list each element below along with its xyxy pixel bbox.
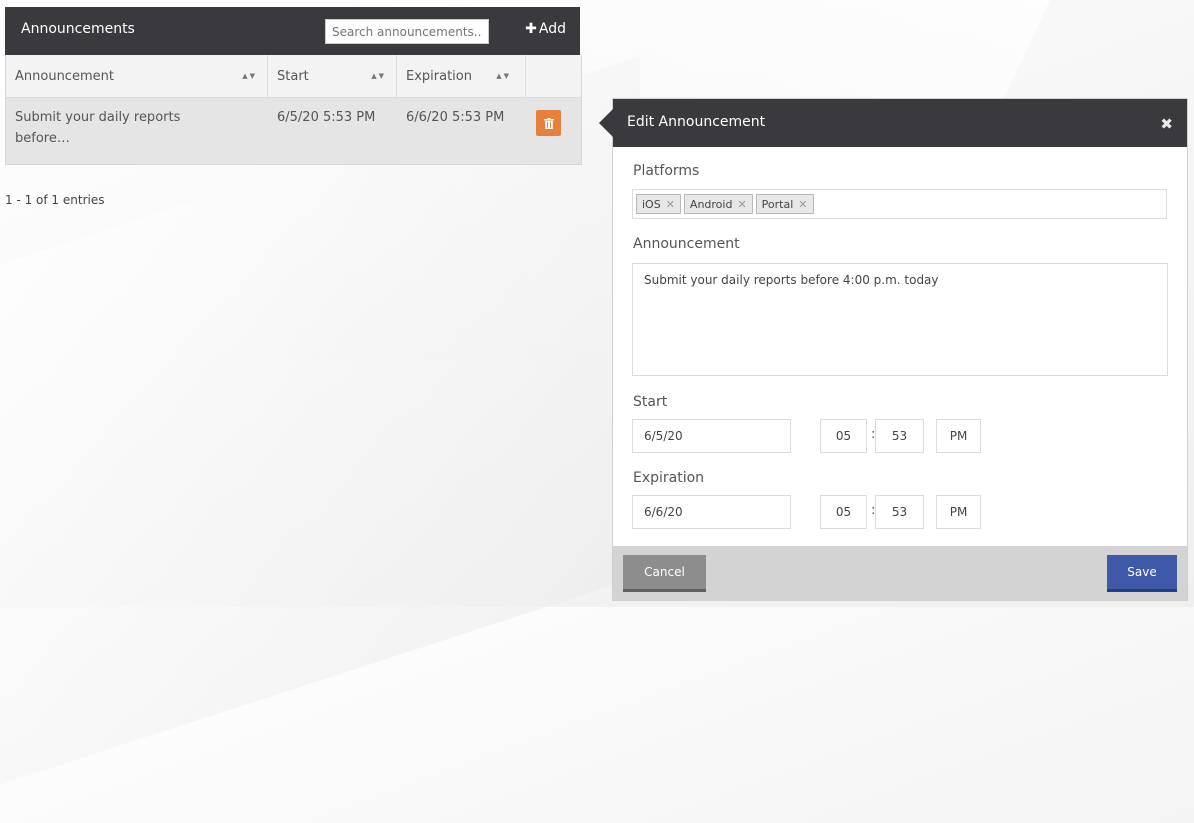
list-header: Announcements ✚Add xyxy=(5,7,580,55)
expiration-date-input[interactable] xyxy=(632,495,791,529)
column-header-start[interactable]: Start ▲▼ xyxy=(268,55,397,97)
list-title: Announcements xyxy=(21,21,135,37)
table-row[interactable]: Submit your daily reports before… 6/5/20… xyxy=(6,98,581,164)
save-button[interactable]: Save xyxy=(1107,555,1177,592)
sort-icon[interactable]: ▲▼ xyxy=(496,72,511,80)
edit-announcement-panel: Edit Announcement ✖ Platforms iOS ✕ Andro… xyxy=(599,98,1188,601)
sort-icon[interactable]: ▲▼ xyxy=(242,72,257,80)
announcements-table: Announcement ▲▼ Start ▲▼ Expiration ▲▼ S… xyxy=(5,55,582,165)
expiration-hour-input[interactable] xyxy=(820,495,867,529)
announcements-list-panel: Announcements ✚Add Announcement ▲▼ Start… xyxy=(5,7,582,165)
entries-count: 1 - 1 of 1 entries xyxy=(5,193,105,207)
delete-button[interactable] xyxy=(536,110,561,136)
remove-tag-icon[interactable]: ✕ xyxy=(666,198,675,211)
plus-icon: ✚ xyxy=(525,21,537,37)
start-hour-input[interactable] xyxy=(820,419,867,453)
trash-icon xyxy=(543,117,554,129)
sort-icon[interactable]: ▲▼ xyxy=(371,72,386,80)
add-button[interactable]: ✚ Add xyxy=(525,21,566,37)
expiration-ampm-input[interactable] xyxy=(936,495,981,529)
platforms-field[interactable]: iOS ✕ Android ✕ Portal ✕ xyxy=(632,189,1167,219)
remove-tag-icon[interactable]: ✕ xyxy=(798,198,807,211)
expiration-minute-input[interactable] xyxy=(875,495,924,529)
platform-tag-ios: iOS ✕ xyxy=(636,194,681,214)
expiration-cell: 6/6/20 5:53 PM xyxy=(406,110,505,125)
start-cell: 6/5/20 5:53 PM xyxy=(277,110,376,125)
expiration-label: Expiration xyxy=(633,470,705,486)
add-button-label: Add xyxy=(538,21,566,37)
column-header-announcement[interactable]: Announcement ▲▼ xyxy=(6,55,268,97)
close-icon[interactable]: ✖ xyxy=(1160,115,1173,133)
cancel-button[interactable]: Cancel xyxy=(623,555,706,592)
platform-tag-android: Android ✕ xyxy=(683,194,753,214)
column-header-expiration[interactable]: Expiration ▲▼ xyxy=(397,55,526,97)
announcement-label: Announcement xyxy=(633,236,740,252)
edit-title: Edit Announcement xyxy=(627,114,766,130)
platforms-label: Platforms xyxy=(633,163,700,179)
actions-cell xyxy=(526,98,581,164)
start-date-input[interactable] xyxy=(632,419,791,453)
start-label: Start xyxy=(633,394,668,410)
edit-footer: Cancel Save xyxy=(613,546,1187,600)
edit-header: Edit Announcement ✖ xyxy=(599,99,1187,147)
announcement-textarea[interactable]: Submit your daily reports before 4:00 p.… xyxy=(632,263,1168,376)
column-header-actions xyxy=(526,55,581,97)
platform-tag-portal: Portal ✕ xyxy=(755,194,814,214)
search-input[interactable] xyxy=(325,19,489,44)
start-ampm-input[interactable] xyxy=(936,419,981,453)
table-header: Announcement ▲▼ Start ▲▼ Expiration ▲▼ xyxy=(6,55,581,98)
announcement-cell: Submit your daily reports before… xyxy=(15,110,181,146)
start-minute-input[interactable] xyxy=(875,419,924,453)
remove-tag-icon[interactable]: ✕ xyxy=(737,198,746,211)
